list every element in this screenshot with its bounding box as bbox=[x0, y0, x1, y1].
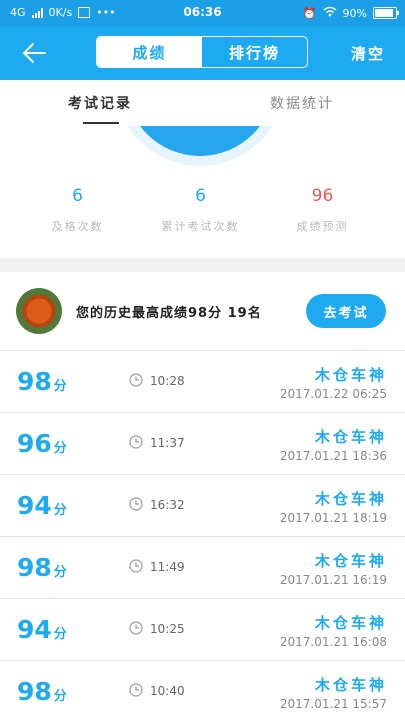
tab-ranking[interactable]: 排行榜 bbox=[202, 37, 307, 67]
alarm-icon: ⏰ bbox=[302, 6, 317, 20]
stat-value: 6 bbox=[195, 186, 206, 206]
tab-underline bbox=[83, 122, 119, 124]
score-unit: 分 bbox=[53, 627, 67, 642]
tab-exam-records[interactable]: 考试记录 bbox=[68, 93, 132, 113]
stat-value: 6 bbox=[72, 186, 83, 206]
take-exam-button[interactable]: 去考试 bbox=[306, 294, 386, 328]
record-date: 2017.01.21 16:08 bbox=[279, 635, 387, 649]
duration: 10:25 bbox=[150, 622, 185, 636]
score: 98 分 bbox=[17, 553, 67, 582]
score-value: 94 bbox=[17, 615, 52, 644]
duration: 10:28 bbox=[150, 374, 185, 388]
clock-icon bbox=[129, 497, 143, 511]
record-date: 2017.01.22 06:25 bbox=[279, 387, 387, 401]
stat-pass-count: 6 及格次数 bbox=[10, 186, 145, 234]
duration: 11:37 bbox=[150, 436, 185, 450]
list-item[interactable]: 98 分 10:40 木仓车神 2017.01.21 15:57 bbox=[0, 660, 405, 722]
score-value: 98 bbox=[17, 367, 52, 396]
score-unit: 分 bbox=[53, 503, 67, 518]
best-score-text: 您的历史最高成绩98分 19名 bbox=[76, 306, 262, 321]
list-item[interactable]: 98 分 11:49 木仓车神 2017.01.21 16:19 bbox=[0, 536, 405, 598]
duration: 16:32 bbox=[150, 498, 185, 512]
list-item[interactable]: 98 分 10:28 木仓车神 2017.01.22 06:25 bbox=[0, 350, 405, 412]
score-unit: 分 bbox=[53, 379, 67, 394]
tab-scores[interactable]: 成绩 bbox=[97, 37, 202, 67]
clock-icon bbox=[129, 621, 143, 635]
status-bar: 4G 0K/s ••• 06:36 ⏰ 90% bbox=[0, 0, 405, 26]
avatar bbox=[16, 288, 62, 334]
battery-icon bbox=[373, 7, 399, 19]
score: 98 分 bbox=[17, 367, 67, 396]
records-list: 98 分 10:28 木仓车神 2017.01.22 06:25 96 分 11:3… bbox=[0, 350, 405, 722]
score-value: 98 bbox=[17, 677, 52, 706]
duration: 10:40 bbox=[150, 684, 185, 698]
user-name: 木仓车神 bbox=[314, 614, 387, 632]
score-unit: 分 bbox=[53, 441, 67, 456]
stat-label: 及格次数 bbox=[51, 220, 104, 233]
user-name: 木仓车神 bbox=[314, 676, 387, 694]
back-arrow-icon[interactable] bbox=[20, 39, 48, 67]
user-name: 木仓车神 bbox=[314, 490, 387, 508]
stat-label: 成绩预测 bbox=[296, 220, 349, 233]
clock-icon bbox=[129, 559, 143, 573]
segmented-control: 成绩 排行榜 bbox=[96, 36, 308, 68]
app-bar: 成绩 排行榜 清空 bbox=[0, 26, 405, 80]
score-value: 98 bbox=[17, 553, 52, 582]
score: 98 分 bbox=[17, 677, 67, 706]
stats-panel: 6 及格次数 6 累计考试次数 96 成绩预测 bbox=[0, 126, 405, 258]
record-date: 2017.01.21 16:19 bbox=[279, 573, 387, 587]
clear-button[interactable]: 清空 bbox=[351, 43, 385, 64]
user-name: 木仓车神 bbox=[314, 366, 387, 384]
user-name: 木仓车神 bbox=[314, 428, 387, 446]
score-unit: 分 bbox=[53, 565, 67, 580]
score-value: 96 bbox=[17, 429, 52, 458]
wifi-icon bbox=[323, 6, 337, 20]
record-date: 2017.01.21 18:19 bbox=[279, 511, 387, 525]
score: 94 分 bbox=[17, 491, 67, 520]
record-date: 2017.01.21 15:57 bbox=[279, 697, 387, 711]
battery-level: 90% bbox=[342, 6, 367, 20]
clock-icon bbox=[129, 683, 143, 697]
score-gauge bbox=[125, 126, 275, 156]
best-score-card: 您的历史最高成绩98分 19名 去考试 bbox=[0, 272, 405, 350]
stat-score-prediction: 96 成绩预测 bbox=[255, 186, 390, 234]
status-right: ⏰ 90% bbox=[302, 6, 399, 20]
tab-data-statistics[interactable]: 数据统计 bbox=[270, 93, 334, 113]
user-name: 木仓车神 bbox=[314, 552, 387, 570]
stat-total-exams: 6 累计考试次数 bbox=[133, 186, 268, 234]
score-unit: 分 bbox=[53, 689, 67, 704]
list-item[interactable]: 96 分 11:37 木仓车神 2017.01.21 18:36 bbox=[0, 412, 405, 474]
score-value: 94 bbox=[17, 491, 52, 520]
score: 94 分 bbox=[17, 615, 67, 644]
clock-icon bbox=[129, 435, 143, 449]
sub-tabs: 考试记录 数据统计 bbox=[0, 80, 405, 126]
list-item[interactable]: 94 分 10:25 木仓车神 2017.01.21 16:08 bbox=[0, 598, 405, 660]
duration: 11:49 bbox=[150, 560, 185, 574]
list-item[interactable]: 94 分 16:32 木仓车神 2017.01.21 18:19 bbox=[0, 474, 405, 536]
clock-icon bbox=[129, 373, 143, 387]
record-date: 2017.01.21 18:36 bbox=[279, 449, 387, 463]
score: 96 分 bbox=[17, 429, 67, 458]
stat-value: 96 bbox=[311, 186, 334, 206]
stat-label: 累计考试次数 bbox=[161, 220, 240, 233]
